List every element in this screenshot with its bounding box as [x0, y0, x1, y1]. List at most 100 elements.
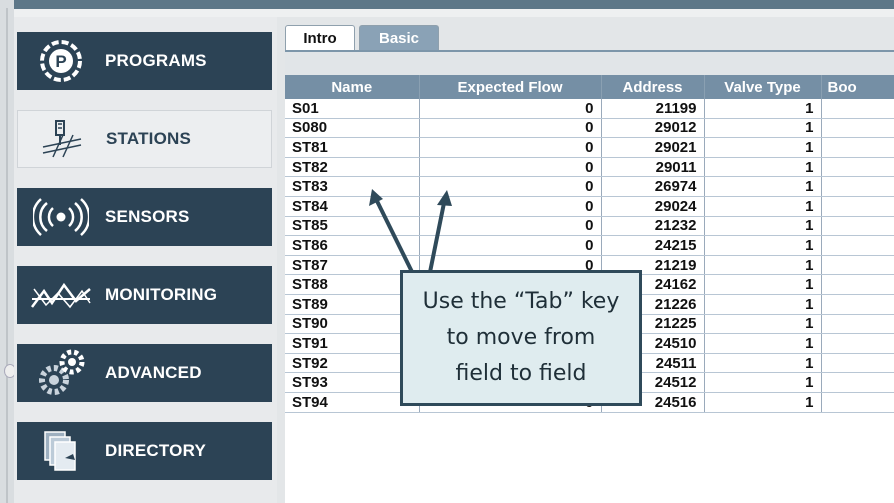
cell-valve-type[interactable]: 1 — [704, 176, 822, 197]
cell-name[interactable]: ST86 — [285, 235, 420, 256]
cell-expected-flow[interactable]: 0 — [419, 118, 602, 139]
cell-valve-type[interactable]: 1 — [704, 137, 822, 158]
callout-line-1: Use the “Tab” key — [422, 289, 620, 314]
cell-boo[interactable] — [821, 333, 894, 354]
cell-boo[interactable] — [821, 137, 894, 158]
table-row[interactable]: ST84 0 29024 1 — [285, 196, 894, 217]
cell-valve-type[interactable]: 1 — [704, 118, 822, 139]
cell-boo[interactable] — [821, 196, 894, 217]
cell-address[interactable]: 29024 — [601, 196, 705, 217]
cell-name[interactable]: ST94 — [285, 392, 420, 413]
cell-valve-type[interactable]: 1 — [704, 196, 822, 217]
cell-name[interactable]: ST87 — [285, 255, 420, 276]
cell-boo[interactable] — [821, 99, 894, 119]
cell-valve-type[interactable]: 1 — [704, 294, 822, 315]
advanced-gears-icon — [17, 344, 105, 402]
cell-boo[interactable] — [821, 157, 894, 178]
cell-expected-flow[interactable]: 0 — [419, 137, 602, 158]
cell-boo[interactable] — [821, 216, 894, 237]
cell-name[interactable]: ST91 — [285, 333, 420, 354]
tab-key-callout: Use the “Tab” key to move from field to … — [400, 270, 642, 406]
column-header-name[interactable]: Name — [285, 75, 420, 99]
cell-name[interactable]: S080 — [285, 118, 420, 139]
cell-expected-flow[interactable]: 0 — [419, 99, 602, 119]
table-row[interactable]: S080 0 29012 1 — [285, 118, 894, 139]
cell-valve-type[interactable]: 1 — [704, 157, 822, 178]
cell-address[interactable]: 24215 — [601, 235, 705, 256]
cell-boo[interactable] — [821, 235, 894, 256]
cell-valve-type[interactable]: 1 — [704, 333, 822, 354]
column-header-address[interactable]: Address — [601, 75, 705, 99]
cell-boo[interactable] — [821, 392, 894, 413]
svg-text:P: P — [55, 52, 66, 71]
cell-name[interactable]: ST81 — [285, 137, 420, 158]
cell-name[interactable]: ST85 — [285, 216, 420, 237]
column-header-expected-flow[interactable]: Expected Flow — [419, 75, 602, 99]
cell-address[interactable]: 29011 — [601, 157, 705, 178]
main-content: Intro Basic Name Expected Flow Address V… — [277, 17, 894, 503]
nav-item-monitoring[interactable]: MONITORING — [17, 266, 272, 324]
cell-name[interactable]: ST93 — [285, 372, 420, 393]
nav-item-directory[interactable]: DIRECTORY — [17, 422, 272, 480]
directory-files-icon — [17, 422, 105, 480]
cell-name[interactable]: ST84 — [285, 196, 420, 217]
cell-boo[interactable] — [821, 118, 894, 139]
nav-label-advanced: ADVANCED — [105, 363, 202, 382]
table-header-row: Name Expected Flow Address Valve Type Bo… — [285, 75, 894, 99]
cell-expected-flow[interactable]: 0 — [419, 196, 602, 217]
cell-name[interactable]: ST82 — [285, 157, 420, 178]
column-header-boo[interactable]: Boo — [821, 75, 894, 99]
cell-valve-type[interactable]: 1 — [704, 255, 822, 276]
cell-boo[interactable] — [821, 314, 894, 335]
table-row[interactable]: ST82 0 29011 1 — [285, 157, 894, 178]
nav-item-programs[interactable]: P PROGRAMS — [17, 32, 272, 90]
cell-boo[interactable] — [821, 372, 894, 393]
cell-name[interactable]: ST83 — [285, 176, 420, 197]
nav-item-sensors[interactable]: SENSORS — [17, 188, 272, 246]
cell-address[interactable]: 21232 — [601, 216, 705, 237]
cell-valve-type[interactable]: 1 — [704, 314, 822, 335]
cell-valve-type[interactable]: 1 — [704, 216, 822, 237]
nav-item-advanced[interactable]: ADVANCED — [17, 344, 272, 402]
cell-address[interactable]: 26974 — [601, 176, 705, 197]
cell-boo[interactable] — [821, 255, 894, 276]
tab-basic[interactable]: Basic — [359, 25, 439, 50]
cell-valve-type[interactable]: 1 — [704, 392, 822, 413]
cell-expected-flow[interactable]: 0 — [419, 216, 602, 237]
cell-boo[interactable] — [821, 294, 894, 315]
callout-line-3: field to field — [455, 361, 587, 386]
cell-boo[interactable] — [821, 176, 894, 197]
cell-valve-type[interactable]: 1 — [704, 274, 822, 295]
cell-name[interactable]: ST89 — [285, 294, 420, 315]
cell-valve-type[interactable]: 1 — [704, 372, 822, 393]
table-row[interactable]: ST83 0 26974 1 — [285, 176, 894, 197]
tab-intro[interactable]: Intro — [285, 25, 355, 50]
cell-address[interactable]: 29021 — [601, 137, 705, 158]
cell-expected-flow[interactable]: 0 — [419, 157, 602, 178]
nav-label-directory: DIRECTORY — [105, 441, 206, 460]
cell-valve-type[interactable]: 1 — [704, 235, 822, 256]
column-header-valve-type[interactable]: Valve Type — [704, 75, 822, 99]
cell-expected-flow[interactable]: 0 — [419, 235, 602, 256]
nav-label-programs: PROGRAMS — [105, 51, 207, 70]
cell-name[interactable]: S01 — [285, 99, 420, 119]
table-row[interactable]: ST85 0 21232 1 — [285, 216, 894, 237]
nav-item-stations[interactable]: STATIONS — [17, 110, 272, 168]
cell-expected-flow[interactable]: 0 — [419, 176, 602, 197]
table-row[interactable]: ST81 0 29021 1 — [285, 137, 894, 158]
cell-boo[interactable] — [821, 274, 894, 295]
cell-address[interactable]: 29012 — [601, 118, 705, 139]
cell-valve-type[interactable]: 1 — [704, 99, 822, 119]
table-row[interactable]: S01 0 21199 1 — [285, 99, 894, 119]
cell-address[interactable]: 21199 — [601, 99, 705, 119]
cell-name[interactable]: ST90 — [285, 314, 420, 335]
table-row[interactable]: ST86 0 24215 1 — [285, 235, 894, 256]
cell-name[interactable]: ST92 — [285, 353, 420, 374]
cell-valve-type[interactable]: 1 — [704, 353, 822, 374]
nav-label-stations: STATIONS — [106, 129, 192, 148]
cell-name[interactable]: ST88 — [285, 274, 420, 295]
programs-p-icon: P — [17, 32, 105, 90]
cell-boo[interactable] — [821, 353, 894, 374]
window-top-bar — [14, 0, 894, 9]
nav-label-monitoring: MONITORING — [105, 285, 218, 304]
